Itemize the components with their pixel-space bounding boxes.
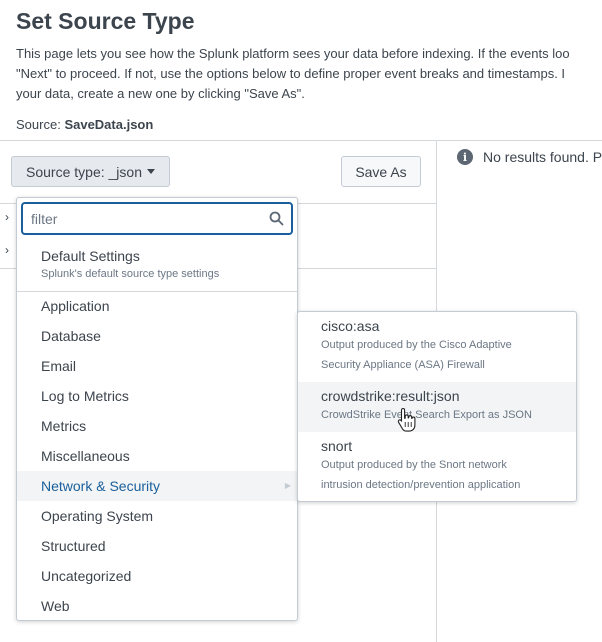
menu-item-category[interactable]: Application: [17, 296, 297, 326]
menu-item-network-security[interactable]: Network & Security ▶: [17, 471, 297, 501]
header-divider: [0, 140, 602, 141]
submenu-item-name: crowdstrike:result:json: [321, 388, 460, 404]
network-security-submenu: cisco:asa Output produced by the Cisco A…: [297, 311, 577, 502]
row-divider: [298, 268, 436, 269]
menu-item-category[interactable]: Metrics: [17, 416, 297, 446]
source-type-dropdown: Default Settings Splunk's default source…: [16, 197, 298, 621]
description-line: "Next" to proceed. If not, use the optio…: [16, 66, 566, 81]
hand-pointer-cursor-icon: [397, 407, 416, 432]
menu-item-category[interactable]: Structured: [17, 536, 297, 566]
menu-divider: [17, 291, 297, 292]
submenu-item-crowdstrike-result-json[interactable]: crowdstrike:result:json CrowdStrike Even…: [298, 382, 576, 432]
info-icon: i: [457, 149, 473, 165]
source-type-button[interactable]: Source type: _json: [11, 156, 170, 187]
menu-item-label: Network & Security: [41, 478, 161, 494]
page-description: This page lets you see how the Splunk pl…: [16, 44, 602, 104]
submenu-item-description: Output produced by the Snort network: [321, 459, 507, 471]
menu-item-category[interactable]: Email: [17, 356, 297, 386]
submenu-item-description: intrusion detection/prevention applicati…: [321, 479, 521, 491]
menu-item-category[interactable]: Uncategorized: [17, 566, 297, 596]
source-info: Source: SaveData.json: [16, 117, 153, 132]
row-divider: [0, 203, 16, 204]
description-line: This page lets you see how the Splunk pl…: [16, 46, 570, 61]
submenu-arrow-icon: ▶: [284, 481, 291, 490]
save-as-button[interactable]: Save As: [341, 156, 421, 187]
menu-item-category[interactable]: Database: [17, 326, 297, 356]
description-line: your data, create a new one by clicking …: [16, 86, 305, 101]
source-label: Source:: [16, 117, 61, 132]
submenu-item-description: CrowdStrike Event Search Export as JSON: [321, 409, 532, 421]
row-divider: [298, 203, 436, 204]
source-type-label: Source type: _json: [26, 163, 142, 180]
no-results-message: i No results found. Pl: [457, 149, 602, 165]
expand-chevron-icon[interactable]: ›: [5, 210, 9, 224]
no-results-text: No results found. Pl: [483, 149, 602, 165]
caret-down-icon: [146, 169, 155, 174]
submenu-item-snort[interactable]: snort Output produced by the Snort netwo…: [298, 438, 576, 500]
submenu-item-name: cisco:asa: [321, 318, 380, 334]
menu-item-category[interactable]: Operating System: [17, 506, 297, 536]
menu-item-category[interactable]: Web: [17, 596, 297, 620]
page-title: Set Source Type: [16, 8, 195, 34]
menu-item-default-settings[interactable]: Default Settings Splunk's default source…: [17, 242, 297, 290]
submenu-item-cisco-asa[interactable]: cisco:asa Output produced by the Cisco A…: [298, 318, 576, 380]
menu-item-label: Default Settings: [41, 248, 140, 264]
menu-item-category[interactable]: Log to Metrics: [17, 386, 297, 416]
filter-field[interactable]: [21, 202, 293, 235]
submenu-item-name: snort: [321, 438, 353, 454]
submenu-item-description: Output produced by the Cisco Adaptive: [321, 339, 512, 351]
expand-chevron-icon[interactable]: ›: [5, 243, 9, 257]
filter-input[interactable]: [31, 208, 267, 230]
row-divider: [0, 268, 16, 269]
submenu-item-description: Security Appliance (ASA) Firewall: [321, 359, 485, 371]
search-icon: [269, 211, 284, 226]
menu-item-description: Splunk's default source type settings: [41, 268, 220, 280]
source-filename: SaveData.json: [64, 117, 154, 132]
